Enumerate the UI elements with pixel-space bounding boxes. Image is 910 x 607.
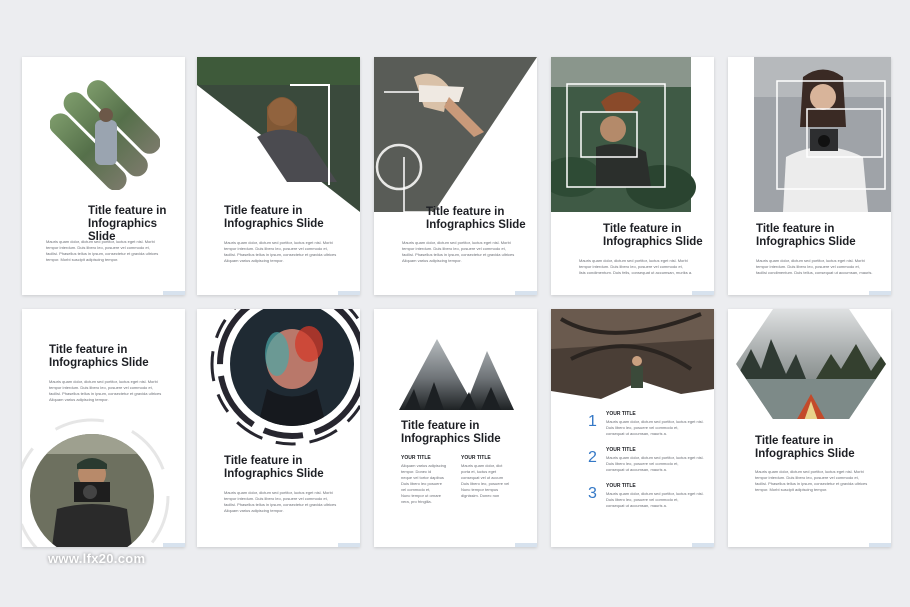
slide-title: Title feature in Infographics Slide (224, 455, 324, 480)
slide-10-photo-lake-hexagon (736, 309, 886, 421)
slide-6-photo-photographer (22, 414, 185, 547)
slide-title: Title feature in Infographics Slide (756, 223, 856, 248)
slide-2-photo-triangle (197, 57, 360, 217)
column-body: Aliquam varius adipiscing tempor. Donec … (401, 463, 447, 504)
slide-1-photo-leaves (50, 80, 160, 190)
slide-7-photo-portrait (197, 309, 360, 449)
slide-title: Title feature in Infographics Slide (401, 420, 501, 445)
column-heading: YOUR TITLE (401, 455, 431, 461)
slide-body: Mauris quam dolor, dictum sed portitor, … (224, 240, 337, 263)
slide-4-photo-hat (551, 57, 714, 217)
step-number-2: 2 (588, 449, 597, 466)
slide-6[interactable]: Title feature in Infographics Slide Maur… (22, 309, 185, 547)
step-body: Mauris quam dolor, dictum sed portitor, … (606, 491, 704, 508)
slide-title: Title feature in Infographics Slide (603, 223, 703, 248)
step-number-1: 1 (588, 413, 597, 430)
step-heading: YOUR TITLE (606, 483, 636, 489)
step-heading: YOUR TITLE (606, 411, 636, 417)
slide-body: Mauris quam dolor, dictum sed portitor, … (49, 379, 162, 402)
slide-7[interactable]: Title feature in Infographics Slide Maur… (197, 309, 360, 547)
slide-3[interactable]: Title feature in Infographics Slide Maur… (374, 57, 537, 295)
step-number-3: 3 (588, 485, 597, 502)
slide-5-photo-camera (728, 57, 891, 217)
step-body: Mauris quam dolor, dictum sed portitor, … (606, 419, 704, 436)
step-heading: YOUR TITLE (606, 447, 636, 453)
slide-title: Title feature in Infographics Slide (755, 435, 855, 460)
column-heading: YOUR TITLE (461, 455, 491, 461)
slide-9[interactable]: 1 YOUR TITLE Mauris quam dolor, dictum s… (551, 309, 714, 547)
slide-title: Title feature in Infographics Slide (426, 206, 526, 231)
slide-body: Mauris quam dolor, dictum sed portitor, … (579, 258, 693, 275)
slide-8[interactable]: Title feature in Infographics Slide YOUR… (374, 309, 537, 547)
slide-body: Mauris quam dolor, dictum sed portitor, … (224, 490, 337, 513)
slide-body: Mauris quam dolor, dictum sed portitor, … (402, 240, 515, 263)
slide-10[interactable]: Title feature in Infographics Slide Maur… (728, 309, 891, 547)
slide-title: Title feature in Infographics Slide (49, 344, 149, 369)
slide-9-photo-forest (551, 309, 714, 401)
slide-8-photo-mountains (399, 337, 514, 412)
slide-body: Mauris quam dolor, dictum sed portitor, … (755, 469, 868, 492)
slide-title: Title feature in Infographics Slide (224, 205, 324, 230)
slide-2[interactable]: Title feature in Infographics Slide Maur… (197, 57, 360, 295)
slide-3-photo-bicycle (374, 57, 537, 217)
slide-5[interactable]: Title feature in Infographics Slide Maur… (728, 57, 891, 295)
slide-body: Mauris quam dolor, dictum sed portitor, … (46, 239, 159, 262)
slide-1[interactable]: Title feature in Infographics Slide Maur… (22, 57, 185, 295)
watermark-text: www.lfx20.com (48, 551, 146, 566)
column-body: Mauris quam dolor, dict porta et, luctus… (461, 463, 510, 498)
step-body: Mauris quam dolor, dictum sed portitor, … (606, 455, 704, 472)
slide-body: Mauris quam dolor, dictum sed portitor, … (756, 258, 873, 275)
slide-4[interactable]: Title feature in Infographics Slide Maur… (551, 57, 714, 295)
